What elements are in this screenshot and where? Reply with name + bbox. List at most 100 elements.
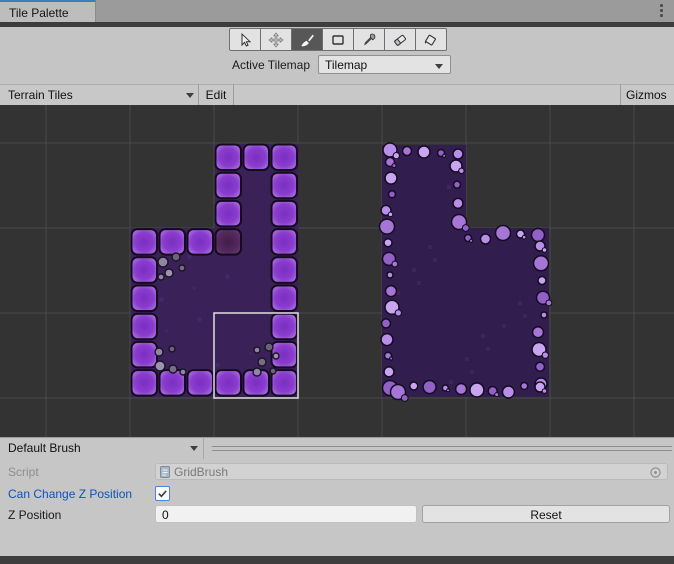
rectangle-icon	[330, 32, 346, 48]
palette-dropdown[interactable]: Terrain Tiles	[8, 88, 73, 102]
terrain-square-tile	[132, 342, 158, 368]
checkmark-icon	[157, 488, 168, 499]
active-tilemap-value: Tilemap	[325, 58, 367, 72]
terrain-bubble-tile	[382, 319, 391, 328]
terrain-square-tile	[272, 145, 298, 171]
kebab-menu-icon[interactable]	[660, 4, 664, 17]
active-tilemap-label: Active Tilemap	[200, 58, 310, 72]
brush-row	[0, 437, 674, 459]
terrain-bubble-tile	[453, 198, 463, 208]
terrain-bubble-tile	[418, 146, 430, 158]
right-shape-fill	[382, 228, 549, 397]
fill-bucket-tool[interactable]	[416, 29, 446, 50]
window-bottom-edge	[0, 556, 674, 564]
terrain-bubble-tile	[534, 256, 549, 271]
terrain-square-tile	[132, 229, 158, 255]
tile-picker-tool[interactable]	[354, 29, 385, 50]
terrain-square-tile	[244, 145, 270, 171]
script-icon	[160, 466, 170, 478]
terrain-bubble-tile	[454, 181, 461, 188]
terrain-bubble-tile	[502, 386, 514, 398]
brush-icon	[299, 32, 315, 48]
terrain-square-tile	[132, 257, 158, 283]
terrain-square-tile	[132, 370, 158, 396]
script-value: GridBrush	[174, 465, 228, 479]
grid-background	[0, 105, 674, 437]
terrain-bubble-tile	[496, 226, 511, 241]
paint-bucket-icon	[423, 32, 439, 48]
terrain-bubble-tile	[481, 234, 491, 244]
gizmos-button[interactable]: Gizmos	[626, 88, 667, 102]
move-tool[interactable]	[261, 29, 292, 50]
z-position-input[interactable]: 0	[155, 505, 417, 523]
can-change-z-label: Can Change Z Position	[8, 487, 153, 501]
tab-bar: Tile Palette	[0, 0, 674, 22]
terrain-square-tile	[272, 370, 298, 396]
terrain-bubble-tile	[456, 384, 467, 395]
terrain-square-tile	[160, 229, 186, 255]
terrain-bubble-tile	[533, 327, 544, 338]
terrain-square-tile	[188, 370, 214, 396]
move-icon	[268, 32, 284, 48]
terrain-bubble-tile	[541, 312, 547, 318]
terrain-square-tile	[216, 145, 242, 171]
terrain-square-tile	[272, 286, 298, 312]
terrain-bubble-tile	[381, 334, 393, 346]
terrain-square-tile	[272, 229, 298, 255]
separator	[203, 437, 204, 459]
terrain-bubble-tile	[384, 239, 392, 247]
terrain-bubble-tile	[385, 172, 397, 184]
tab-title: Tile Palette	[9, 6, 69, 20]
terrain-square-tile	[272, 314, 298, 340]
eyedropper-icon	[361, 32, 377, 48]
terrain-bubble-tile	[389, 191, 396, 198]
active-tilemap-dropdown[interactable]: Tilemap	[318, 55, 451, 74]
cursor-icon	[237, 32, 253, 48]
terrain-bubble-tile	[386, 286, 397, 297]
chevron-down-icon	[435, 64, 443, 69]
terrain-bubble-tile	[410, 382, 418, 390]
tool-group	[229, 28, 447, 51]
edit-palette-button[interactable]: Edit	[199, 88, 233, 102]
terrain-square-tile	[216, 229, 242, 255]
z-position-label: Z Position	[8, 508, 153, 522]
rect-select-tool[interactable]	[323, 29, 354, 50]
terrain-bubble-tile	[403, 147, 412, 156]
terrain-bubble-tile	[532, 229, 545, 242]
eraser-tool[interactable]	[385, 29, 416, 50]
terrain-bubble-tile	[387, 272, 393, 278]
tile-palette-grid[interactable]	[0, 105, 674, 437]
terrain-bubble-tile	[521, 383, 528, 390]
brush-chevron-down-icon[interactable]	[190, 446, 198, 451]
paint-brush-tool[interactable]	[292, 29, 323, 50]
script-label: Script	[8, 465, 153, 479]
can-change-z-checkbox[interactable]	[155, 486, 170, 501]
select-tool[interactable]	[230, 29, 261, 50]
terrain-bubble-tile	[380, 219, 395, 234]
terrain-square-tile	[272, 173, 298, 199]
terrain-bubble-tile	[384, 367, 394, 377]
object-picker-icon[interactable]	[649, 466, 662, 479]
terrain-square-tile	[216, 173, 242, 199]
terrain-square-tile	[272, 257, 298, 283]
terrain-bubble-tile	[470, 383, 484, 397]
tab-tile-palette[interactable]: Tile Palette	[0, 0, 96, 22]
palette-header-row	[0, 84, 674, 105]
separator	[620, 84, 621, 105]
terrain-bubble-tile	[536, 362, 545, 371]
terrain-bubble-tile	[453, 149, 463, 159]
terrain-square-tile	[188, 229, 214, 255]
separator	[233, 84, 234, 105]
splitter-handle[interactable]	[212, 450, 672, 451]
terrain-bubble-tile	[538, 277, 546, 285]
terrain-square-tile	[132, 314, 158, 340]
reset-button[interactable]: Reset	[422, 505, 670, 523]
palette-chevron-down-icon[interactable]	[186, 93, 194, 98]
tile-palette-window: Tile Palette	[0, 0, 674, 564]
brush-dropdown[interactable]: Default Brush	[8, 441, 81, 455]
terrain-square-tile	[132, 286, 158, 312]
terrain-square-tile	[272, 201, 298, 227]
eraser-icon	[392, 32, 408, 48]
splitter-handle[interactable]	[212, 446, 672, 447]
script-object-field[interactable]: GridBrush	[155, 463, 668, 480]
